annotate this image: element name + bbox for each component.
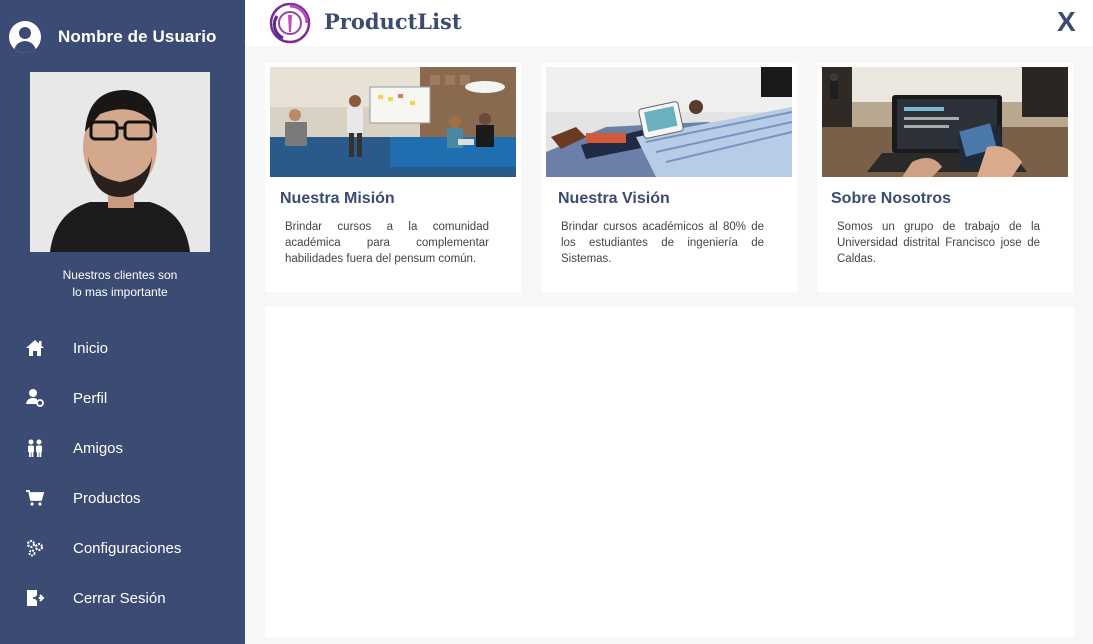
sidebar-item-perfil[interactable]: Perfil	[0, 373, 245, 423]
sidebar-item-label: Amigos	[73, 439, 124, 457]
sidebar-nav: Inicio Perfil Amigos Productos Configura…	[0, 323, 245, 623]
card-title: Nuestra Visión	[558, 190, 670, 207]
user-settings-icon	[25, 388, 45, 408]
tagline: Nuestros clientes son lo mas importante	[62, 268, 178, 299]
sidebar-item-configuraciones[interactable]: Configuraciones	[0, 523, 245, 573]
cart-icon	[25, 488, 45, 508]
brand-title: ProductList	[324, 9, 462, 34]
gears-icon	[25, 538, 45, 558]
card-text: Brindar cursos académicos al 80% de los …	[561, 221, 764, 265]
profile-photo	[30, 72, 210, 252]
card-mision: Nuestra Misión Brindar cursos a la comun…	[265, 63, 521, 292]
content-panel	[265, 307, 1075, 637]
sidebar-item-inicio[interactable]: Inicio	[0, 323, 245, 373]
card-vision: Nuestra Visión Brindar cursos académicos…	[541, 63, 797, 292]
card-image-office	[270, 67, 516, 177]
home-icon	[25, 338, 45, 358]
sidebar-item-cerrar-sesion[interactable]: Cerrar Sesión	[0, 573, 245, 623]
card-title: Nuestra Misión	[280, 190, 395, 207]
card-image-tablet	[546, 67, 792, 177]
top-header: ProductList X	[245, 0, 1093, 46]
sidebar-item-label: Productos	[73, 489, 141, 507]
sidebar-item-label: Configuraciones	[73, 539, 182, 557]
card-image-laptop	[822, 67, 1068, 177]
sidebar-item-label: Perfil	[73, 389, 108, 407]
card-nosotros: Sobre Nosotros Somos un grupo de trabajo…	[817, 63, 1073, 292]
sidebar-item-label: Inicio	[73, 339, 109, 357]
friends-icon	[25, 438, 45, 458]
card-title: Sobre Nosotros	[831, 190, 952, 207]
sidebar-item-productos[interactable]: Productos	[0, 473, 245, 523]
sidebar-item-label: Cerrar Sesión	[73, 589, 166, 607]
card-text: Brindar cursos a la comunidad académica …	[285, 221, 489, 265]
brand-logo-icon	[269, 2, 311, 44]
card-text: Somos un grupo de trabajo de la Universi…	[837, 221, 1040, 265]
user-header: Nombre de Usuario	[9, 21, 217, 53]
logout-icon	[25, 588, 45, 608]
username-label: Nombre de Usuario	[58, 27, 217, 46]
close-button[interactable]: X	[1057, 6, 1076, 38]
sidebar: Nombre de Usuario Nuestros clientes son …	[0, 0, 245, 644]
user-avatar-icon	[9, 21, 41, 53]
sidebar-item-amigos[interactable]: Amigos	[0, 423, 245, 473]
